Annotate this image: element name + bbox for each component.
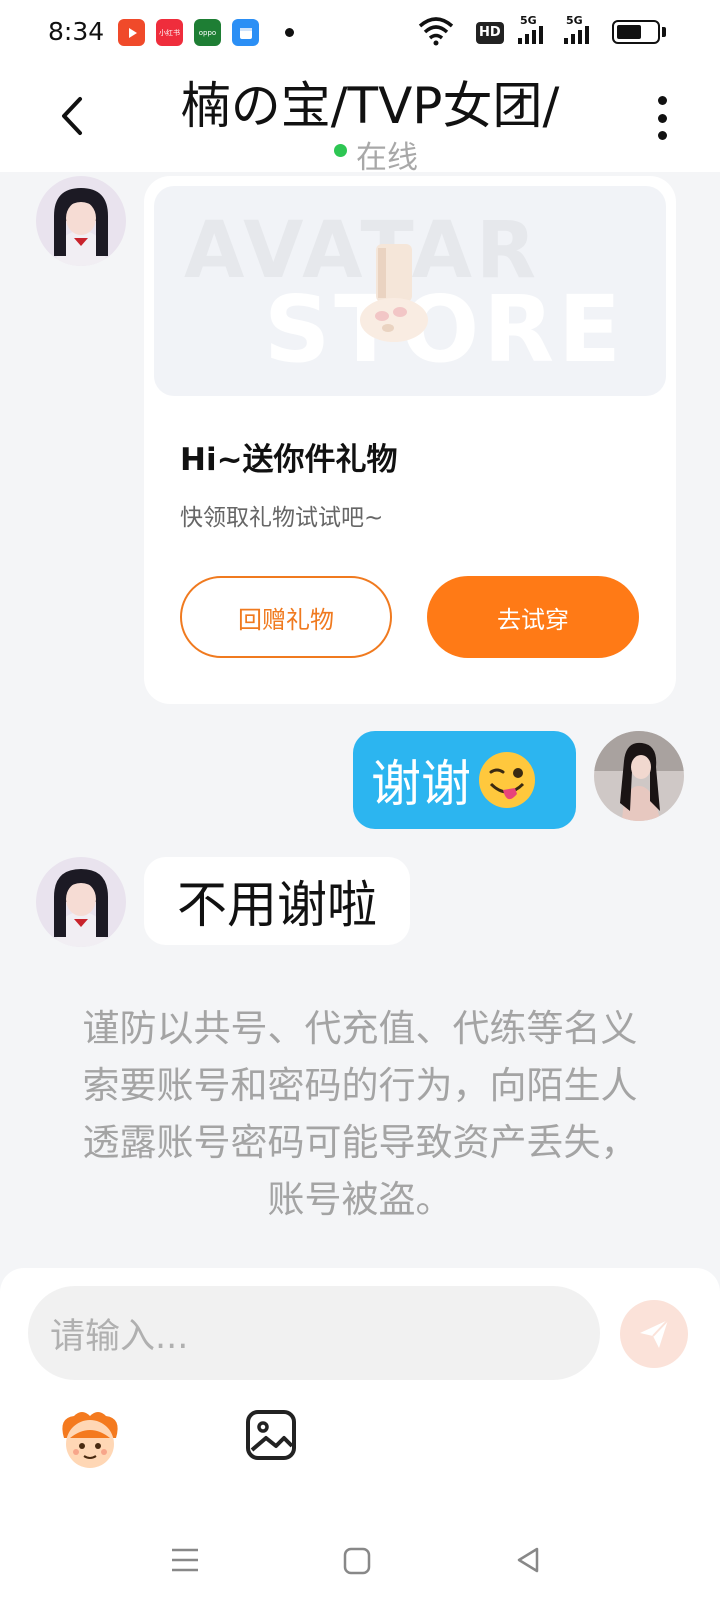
- battery-icon: [612, 20, 660, 44]
- oppo-app-icon: oppo: [194, 19, 221, 46]
- friend-avatar-2[interactable]: [36, 857, 126, 947]
- friend-message-text: 不用谢啦: [177, 876, 377, 934]
- home-icon[interactable]: [343, 1547, 371, 1575]
- winking-tongue-emoji-icon: [479, 752, 535, 808]
- video-app-icon: [118, 19, 145, 46]
- gift-title: Hi~送你件礼物: [180, 442, 398, 478]
- my-message-text: 谢谢: [371, 755, 471, 813]
- message-input[interactable]: 请输入...: [28, 1286, 600, 1380]
- sticker-button[interactable]: [56, 1408, 124, 1472]
- dot-icon: [657, 131, 667, 140]
- wifi-icon: [418, 17, 454, 46]
- image-picker-button[interactable]: [244, 1408, 298, 1462]
- chat-header: 楠の宝/TVP女团/ 在线: [0, 64, 720, 176]
- security-notice: 谨防以共号、代充值、代练等名义索要账号和密码的行为，向陌生人透露账号密码可能导致…: [82, 1007, 638, 1221]
- hd-badge: HD: [476, 22, 504, 44]
- banner-text-store: STORE: [264, 276, 625, 383]
- dot-icon: [657, 113, 667, 123]
- send-icon: [640, 1319, 669, 1348]
- more-options-button[interactable]: [650, 96, 674, 140]
- battery-fill: [617, 25, 641, 39]
- return-gift-button[interactable]: 回赠礼物: [180, 576, 392, 658]
- notification-dot: [285, 28, 294, 37]
- gift-item-icon: [360, 244, 428, 342]
- back-button[interactable]: [48, 86, 96, 146]
- signal-icon-2: [564, 26, 589, 44]
- online-status: 在线: [356, 140, 418, 176]
- back-triangle-icon[interactable]: [513, 1545, 543, 1575]
- friend-message-bubble[interactable]: 不用谢啦: [144, 857, 410, 945]
- online-indicator: [334, 144, 347, 157]
- gift-banner: AVATAR STORE: [154, 186, 666, 396]
- try-on-button[interactable]: 去试穿: [427, 576, 639, 658]
- status-bar: 8:34 小红书 oppo HD 5G 5G: [0, 0, 720, 64]
- my-message-bubble[interactable]: 谢谢: [353, 731, 576, 829]
- gift-subtitle: 快领取礼物试试吧~: [180, 505, 384, 531]
- my-avatar[interactable]: [594, 731, 684, 821]
- gift-card[interactable]: AVATAR STORE Hi~送你件礼物 快领取礼物试试吧~ 回赠礼物 去试穿: [144, 176, 676, 704]
- menu-icon[interactable]: [170, 1547, 200, 1573]
- chevron-left-icon: [62, 97, 82, 135]
- status-time: 8:34: [48, 17, 105, 46]
- chat-title: 楠の宝/TVP女团/: [180, 77, 560, 135]
- sticker-mascot-icon: [62, 1412, 118, 1468]
- dot-icon: [657, 96, 667, 105]
- news-app-label: 小红书: [159, 28, 180, 37]
- oppo-app-label: oppo: [198, 28, 217, 37]
- signal-icon: [518, 26, 543, 44]
- image-icon: [246, 1410, 296, 1460]
- friend-avatar[interactable]: [36, 176, 126, 266]
- send-button[interactable]: [620, 1300, 688, 1368]
- news-app-icon: 小红书: [156, 19, 183, 46]
- calendar-app-icon: [232, 19, 259, 46]
- battery-cap: [662, 27, 666, 37]
